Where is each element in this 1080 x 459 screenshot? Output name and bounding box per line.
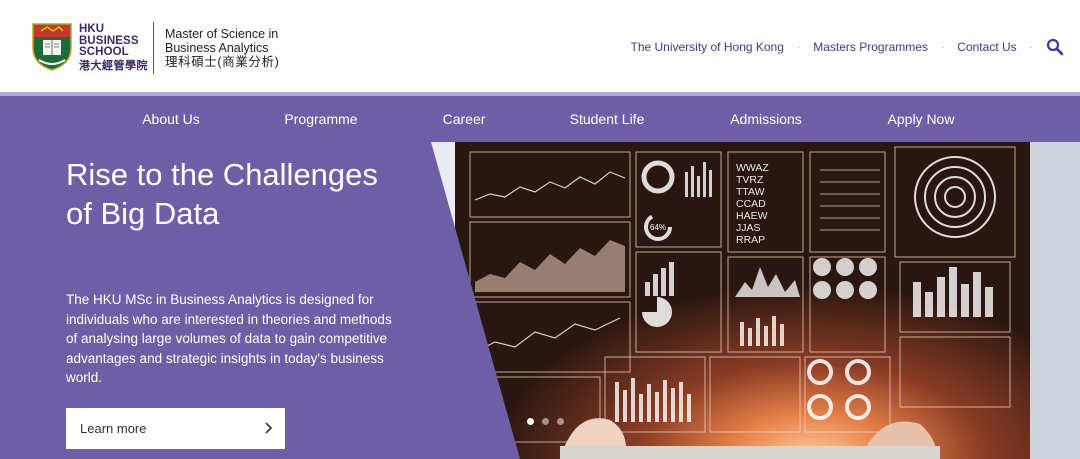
photo-ticker-text: WWAZ [736, 162, 769, 174]
nav-career[interactable]: Career [443, 96, 486, 142]
link-masters-programmes[interactable]: Masters Programmes [813, 40, 928, 54]
carousel-dot-3[interactable] [557, 418, 564, 425]
hero-description: The HKU MSc in Business Analytics is des… [66, 292, 392, 386]
link-contact-us[interactable]: Contact Us [957, 40, 1016, 54]
hku-business-school-logo[interactable]: HKU BUSINESS SCHOOL 港大經管學院 [0, 0, 150, 92]
separator-dot: · [940, 41, 945, 53]
hero-banner: 64% WWAZ TVRZ TTAW CCAD HAEW JJAS RRAP R… [0, 142, 1080, 459]
photo-ticker-text: JJAS [736, 222, 761, 234]
school-name-text: HKU BUSINESS SCHOOL 港大經管學院 [79, 23, 148, 72]
hero-title: Rise to the Challenges of Big Data [66, 157, 378, 231]
main-nav: About Us Programme Career Student Life A… [0, 92, 1080, 142]
separator-dot: · [1029, 41, 1033, 53]
nav-programme[interactable]: Programme [284, 96, 357, 142]
search-icon[interactable] [1046, 38, 1064, 56]
logo-divider [153, 22, 154, 74]
nav-admissions[interactable]: Admissions [730, 96, 802, 142]
site-header: HKU BUSINESS SCHOOL 港大經管學院 Master of Sci… [0, 0, 1080, 92]
nav-apply-now[interactable]: Apply Now [888, 96, 955, 142]
programme-name-line1: Master of Science in [165, 27, 279, 41]
carousel-dot-1[interactable] [527, 418, 534, 425]
hku-crest-icon [32, 23, 72, 71]
utility-links: The University of Hong Kong · Masters Pr… [630, 38, 1064, 56]
photo-ticker-text: CCAD [736, 198, 766, 210]
chevron-right-icon [265, 422, 273, 434]
photo-percent-text: 64% [650, 223, 666, 232]
photo-ticker-text: TTAW [736, 186, 765, 198]
learn-more-button[interactable]: Learn more [66, 408, 285, 449]
programme-name-line2: Business Analytics [165, 41, 269, 55]
nav-student-life[interactable]: Student Life [570, 96, 645, 142]
photo-ticker-text: TVRZ [736, 174, 764, 186]
link-hku[interactable]: The University of Hong Kong [630, 40, 783, 54]
programme-name-cn: 理科碩士(商業分析) [165, 55, 280, 69]
learn-more-label: Learn more [80, 421, 147, 436]
photo-ticker-text: HAEW [736, 210, 768, 222]
programme-name: Master of Science in Business Analytics … [165, 27, 279, 69]
separator-dot: · [796, 41, 801, 53]
photo-ticker-text: RRAP [736, 234, 765, 246]
carousel-dot-2[interactable] [542, 418, 549, 425]
nav-about-us[interactable]: About Us [142, 96, 200, 142]
carousel-indicators [527, 418, 564, 425]
